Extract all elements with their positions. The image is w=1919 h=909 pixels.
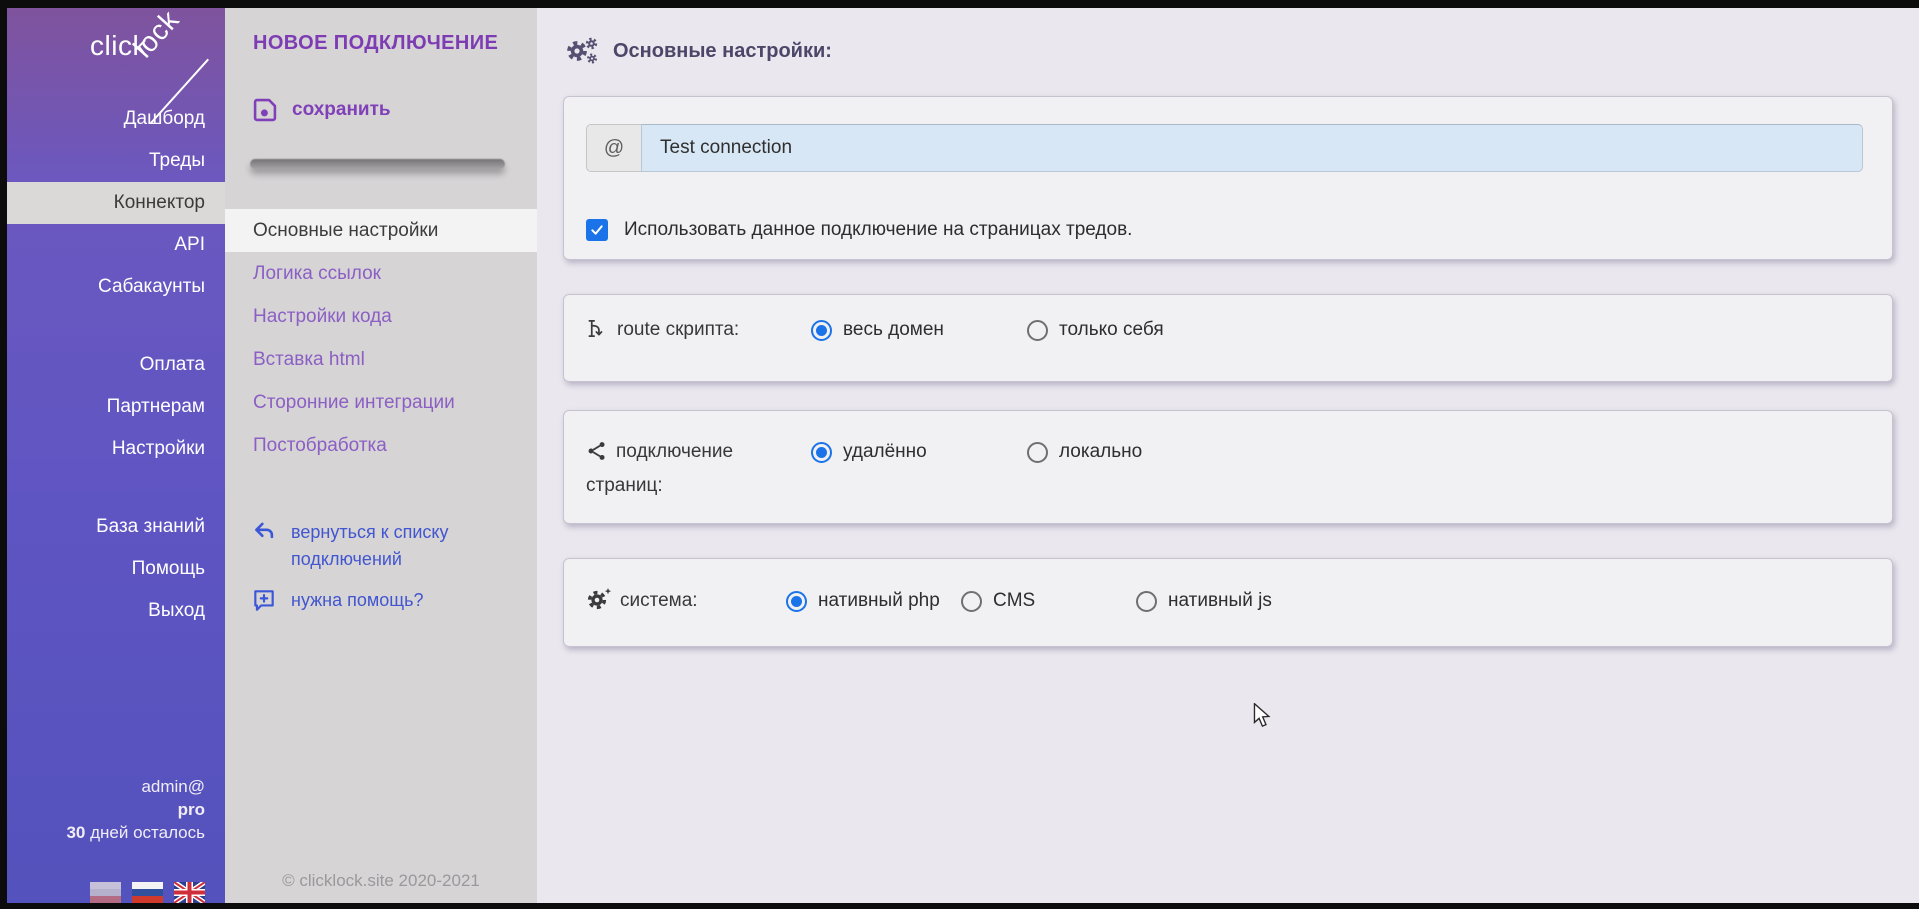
checkbox-label: Использовать данное подключение на стран…: [624, 219, 1132, 241]
sidebar-item-dashboard[interactable]: Дашборд: [7, 98, 225, 140]
sidebar-item-settings[interactable]: Настройки: [7, 428, 225, 470]
share-icon: [586, 440, 608, 462]
sidebar-item-api[interactable]: API: [7, 224, 225, 266]
radio-cms[interactable]: CMS: [961, 584, 1136, 618]
sidebar-item-partners[interactable]: Партнерам: [7, 386, 225, 428]
pages-options: удалённо локально: [811, 435, 1243, 469]
account-login: admin@: [7, 775, 205, 798]
sidebar: click lock Дашборд Треды Коннектор API С…: [7, 8, 225, 903]
pages-connection-label: подключение страниц:: [586, 435, 811, 503]
account-days-left: 30 дней осталось: [7, 821, 205, 844]
tab-html-insert[interactable]: Вставка html: [225, 338, 537, 381]
radio-unselected-icon: [1027, 320, 1048, 341]
radio-selected-icon: [811, 320, 832, 341]
mouse-cursor: [1251, 703, 1273, 729]
back-to-connections-link[interactable]: вернуться к списку подключений: [251, 519, 501, 573]
radio-selected-icon: [811, 442, 832, 463]
page-title: Основные настройки:: [613, 40, 832, 63]
save-icon: [251, 96, 279, 124]
account-info: admin@ pro 30 дней осталось: [7, 775, 225, 844]
radio-local[interactable]: локально: [1027, 435, 1243, 469]
connection-panel: НОВОЕ ПОДКЛЮЧЕНИЕ сохранить Основные нас…: [225, 8, 537, 903]
tab-link-logic[interactable]: Логика ссылок: [225, 252, 537, 295]
radio-unselected-icon: [961, 591, 982, 612]
panel-links: вернуться к списку подключений нужна пом…: [251, 519, 537, 614]
page-heading: Основные настройки:: [565, 36, 1893, 66]
clicklock-logo[interactable]: click lock: [7, 8, 225, 90]
flag-ru-icon[interactable]: [132, 882, 163, 903]
language-switcher: [7, 882, 225, 903]
flag-en-icon[interactable]: [174, 882, 205, 903]
radio-only-self[interactable]: только себя: [1027, 313, 1243, 347]
connection-name-group: @: [586, 124, 1863, 172]
radio-native-php[interactable]: нативный php: [786, 584, 961, 618]
tab-code-settings[interactable]: Настройки кода: [225, 295, 537, 338]
undo-icon: [251, 519, 277, 545]
radio-unselected-icon: [1027, 442, 1048, 463]
save-button[interactable]: сохранить: [251, 95, 537, 125]
connection-name-card: @ Использовать данное подключение на стр…: [563, 96, 1893, 260]
tab-postprocessing[interactable]: Постобработка: [225, 424, 537, 467]
system-card: система: нативный php CMS нативный js: [563, 558, 1893, 647]
system-options: нативный php CMS нативный js: [786, 584, 1311, 618]
route-options: весь домен только себя: [811, 313, 1243, 347]
radio-selected-icon: [786, 591, 807, 612]
sidebar-item-knowledge-base[interactable]: База знаний: [7, 506, 225, 548]
gears-icon: [565, 36, 599, 66]
sidebar-item-help[interactable]: Помощь: [7, 548, 225, 590]
back-link-label: вернуться к списку подключений: [291, 519, 501, 573]
main-content: Основные настройки: @ Использовать данно…: [537, 8, 1919, 903]
route-card: route скрипта: весь домен только себя: [563, 294, 1893, 382]
sidebar-item-threads[interactable]: Треды: [7, 140, 225, 182]
radio-unselected-icon: [1136, 591, 1157, 612]
route-label: route скрипта:: [586, 313, 811, 347]
at-addon: @: [586, 124, 641, 172]
connection-name-input[interactable]: [641, 124, 1863, 172]
tab-basic-settings[interactable]: Основные настройки: [225, 209, 537, 252]
pages-connection-card: подключение страниц: удалённо локально: [563, 410, 1893, 524]
radio-remote[interactable]: удалённо: [811, 435, 1027, 469]
copyright-footer: © clicklock.site 2020-2021: [225, 871, 537, 891]
panel-title: НОВОЕ ПОДКЛЮЧЕНИЕ: [253, 32, 537, 55]
sidebar-item-subaccounts[interactable]: Сабакаунты: [7, 266, 225, 308]
sidebar-item-logout[interactable]: Выход: [7, 590, 225, 632]
checkbox-checked-icon[interactable]: [586, 219, 608, 241]
need-help-link[interactable]: нужна помощь?: [251, 587, 501, 614]
radio-native-js[interactable]: нативный js: [1136, 584, 1311, 618]
system-label: система:: [586, 584, 786, 618]
use-on-threads-checkbox-row[interactable]: Использовать данное подключение на стран…: [586, 219, 1870, 241]
account-plan: pro: [7, 798, 205, 821]
sidebar-item-payment[interactable]: Оплата: [7, 344, 225, 386]
sidebar-item-connector[interactable]: Коннектор: [7, 182, 225, 224]
app-window: click lock Дашборд Треды Коннектор API С…: [0, 0, 1919, 909]
help-link-label: нужна помощь?: [291, 587, 501, 614]
gear-suggest-icon: [586, 587, 612, 611]
save-button-label: сохранить: [292, 99, 391, 121]
tab-third-party-integrations[interactable]: Сторонние интеграции: [225, 381, 537, 424]
add-comment-icon: [251, 587, 277, 613]
flag-ru-inactive-icon[interactable]: [90, 882, 121, 903]
sidebar-nav: Дашборд Треды Коннектор API Сабакаунты О…: [7, 98, 225, 632]
route-icon: [586, 317, 609, 340]
connection-settings-nav: Основные настройки Логика ссылок Настрой…: [225, 209, 537, 467]
panel-divider: [250, 159, 505, 169]
radio-whole-domain[interactable]: весь домен: [811, 313, 1027, 347]
